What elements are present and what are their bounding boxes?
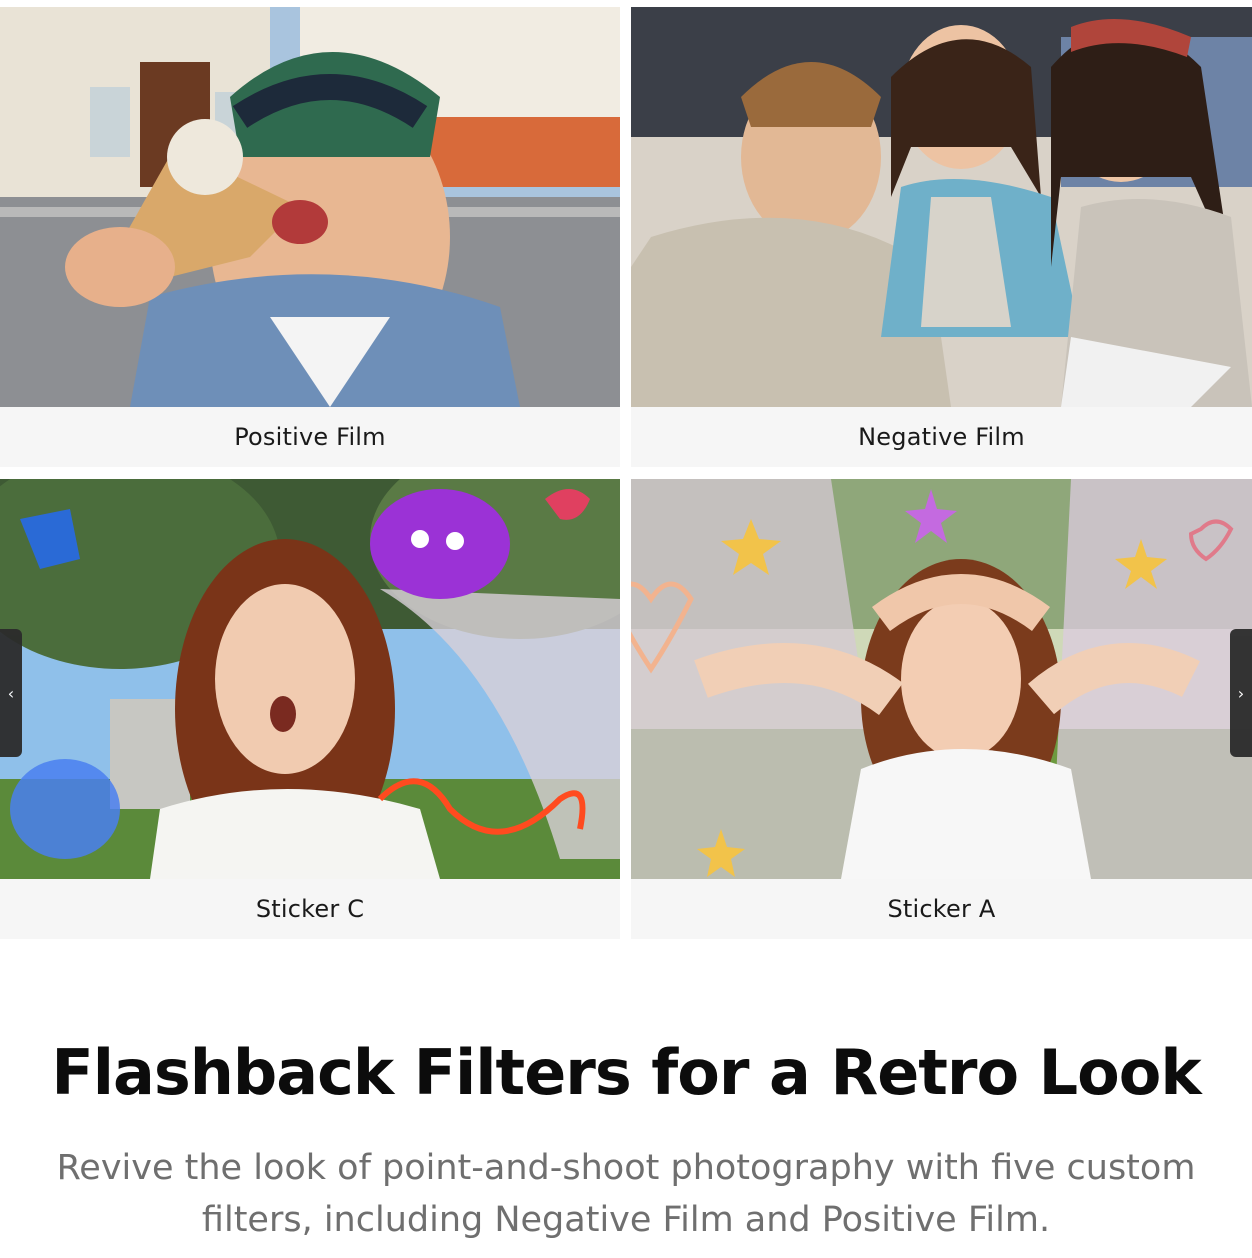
photo-positive-film (0, 7, 620, 407)
section-subtext: Revive the look of point-and-shoot photo… (56, 1148, 1196, 1240)
carousel-next-button[interactable]: › (1230, 629, 1252, 757)
photo-sticker-a (631, 479, 1252, 879)
chevron-right-icon: › (1237, 683, 1245, 703)
filter-card-sticker-c: Sticker C (0, 479, 620, 939)
caption-negative-film: Negative Film (858, 423, 1025, 451)
caption-sticker-a: Sticker A (887, 895, 996, 923)
caption-positive-film: Positive Film (234, 423, 386, 451)
chevron-left-icon: ‹ (7, 683, 15, 703)
filter-card-positive-film: Positive Film (0, 7, 620, 467)
filter-card-negative-film: Negative Film (631, 7, 1252, 467)
section-headline: Flashback Filters for a Retro Look (51, 1036, 1201, 1109)
filter-card-sticker-a: Sticker A (631, 479, 1252, 939)
filter-gallery: Positive Film Negative Film Sticker C St… (0, 0, 1252, 940)
caption-sticker-c: Sticker C (255, 895, 365, 923)
photo-negative-film (631, 7, 1252, 407)
photo-sticker-c (0, 479, 620, 879)
carousel-prev-button[interactable]: ‹ (0, 629, 22, 757)
